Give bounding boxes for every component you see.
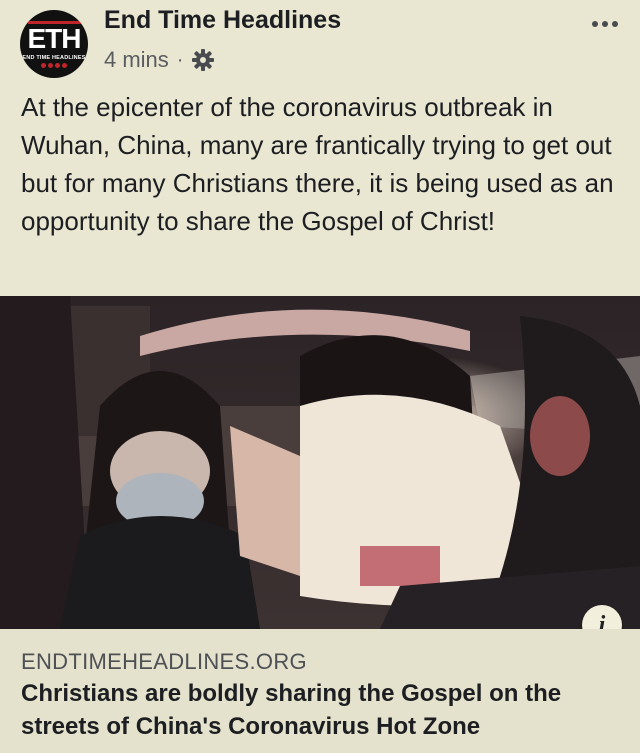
avatar-initials: ETH bbox=[27, 20, 82, 54]
post-text: At the epicenter of the coronavirus outb… bbox=[21, 92, 614, 236]
post-meta: 4 mins · bbox=[104, 47, 215, 73]
post-header: ETH END TIME HEADLINES End Time Headline… bbox=[0, 0, 640, 90]
avatar-dots bbox=[41, 62, 67, 68]
gear-icon[interactable] bbox=[191, 48, 215, 72]
page-name[interactable]: End Time Headlines bbox=[104, 6, 341, 35]
video-still bbox=[0, 296, 640, 629]
link-title[interactable]: Christians are boldly sharing the Gospel… bbox=[21, 677, 631, 743]
more-horizontal-icon[interactable] bbox=[590, 14, 620, 34]
post-video-thumbnail[interactable] bbox=[0, 296, 640, 629]
meta-separator: · bbox=[176, 48, 184, 71]
link-domain: ENDTIMEHEADLINES.ORG bbox=[21, 649, 307, 674]
avatar-subtitle: END TIME HEADLINES bbox=[22, 54, 86, 61]
link-preview[interactable]: ENDTIMEHEADLINES.ORG Christians are bold… bbox=[0, 629, 640, 753]
timestamp[interactable]: 4 mins bbox=[104, 47, 169, 73]
avatar[interactable]: ETH END TIME HEADLINES bbox=[20, 10, 88, 78]
